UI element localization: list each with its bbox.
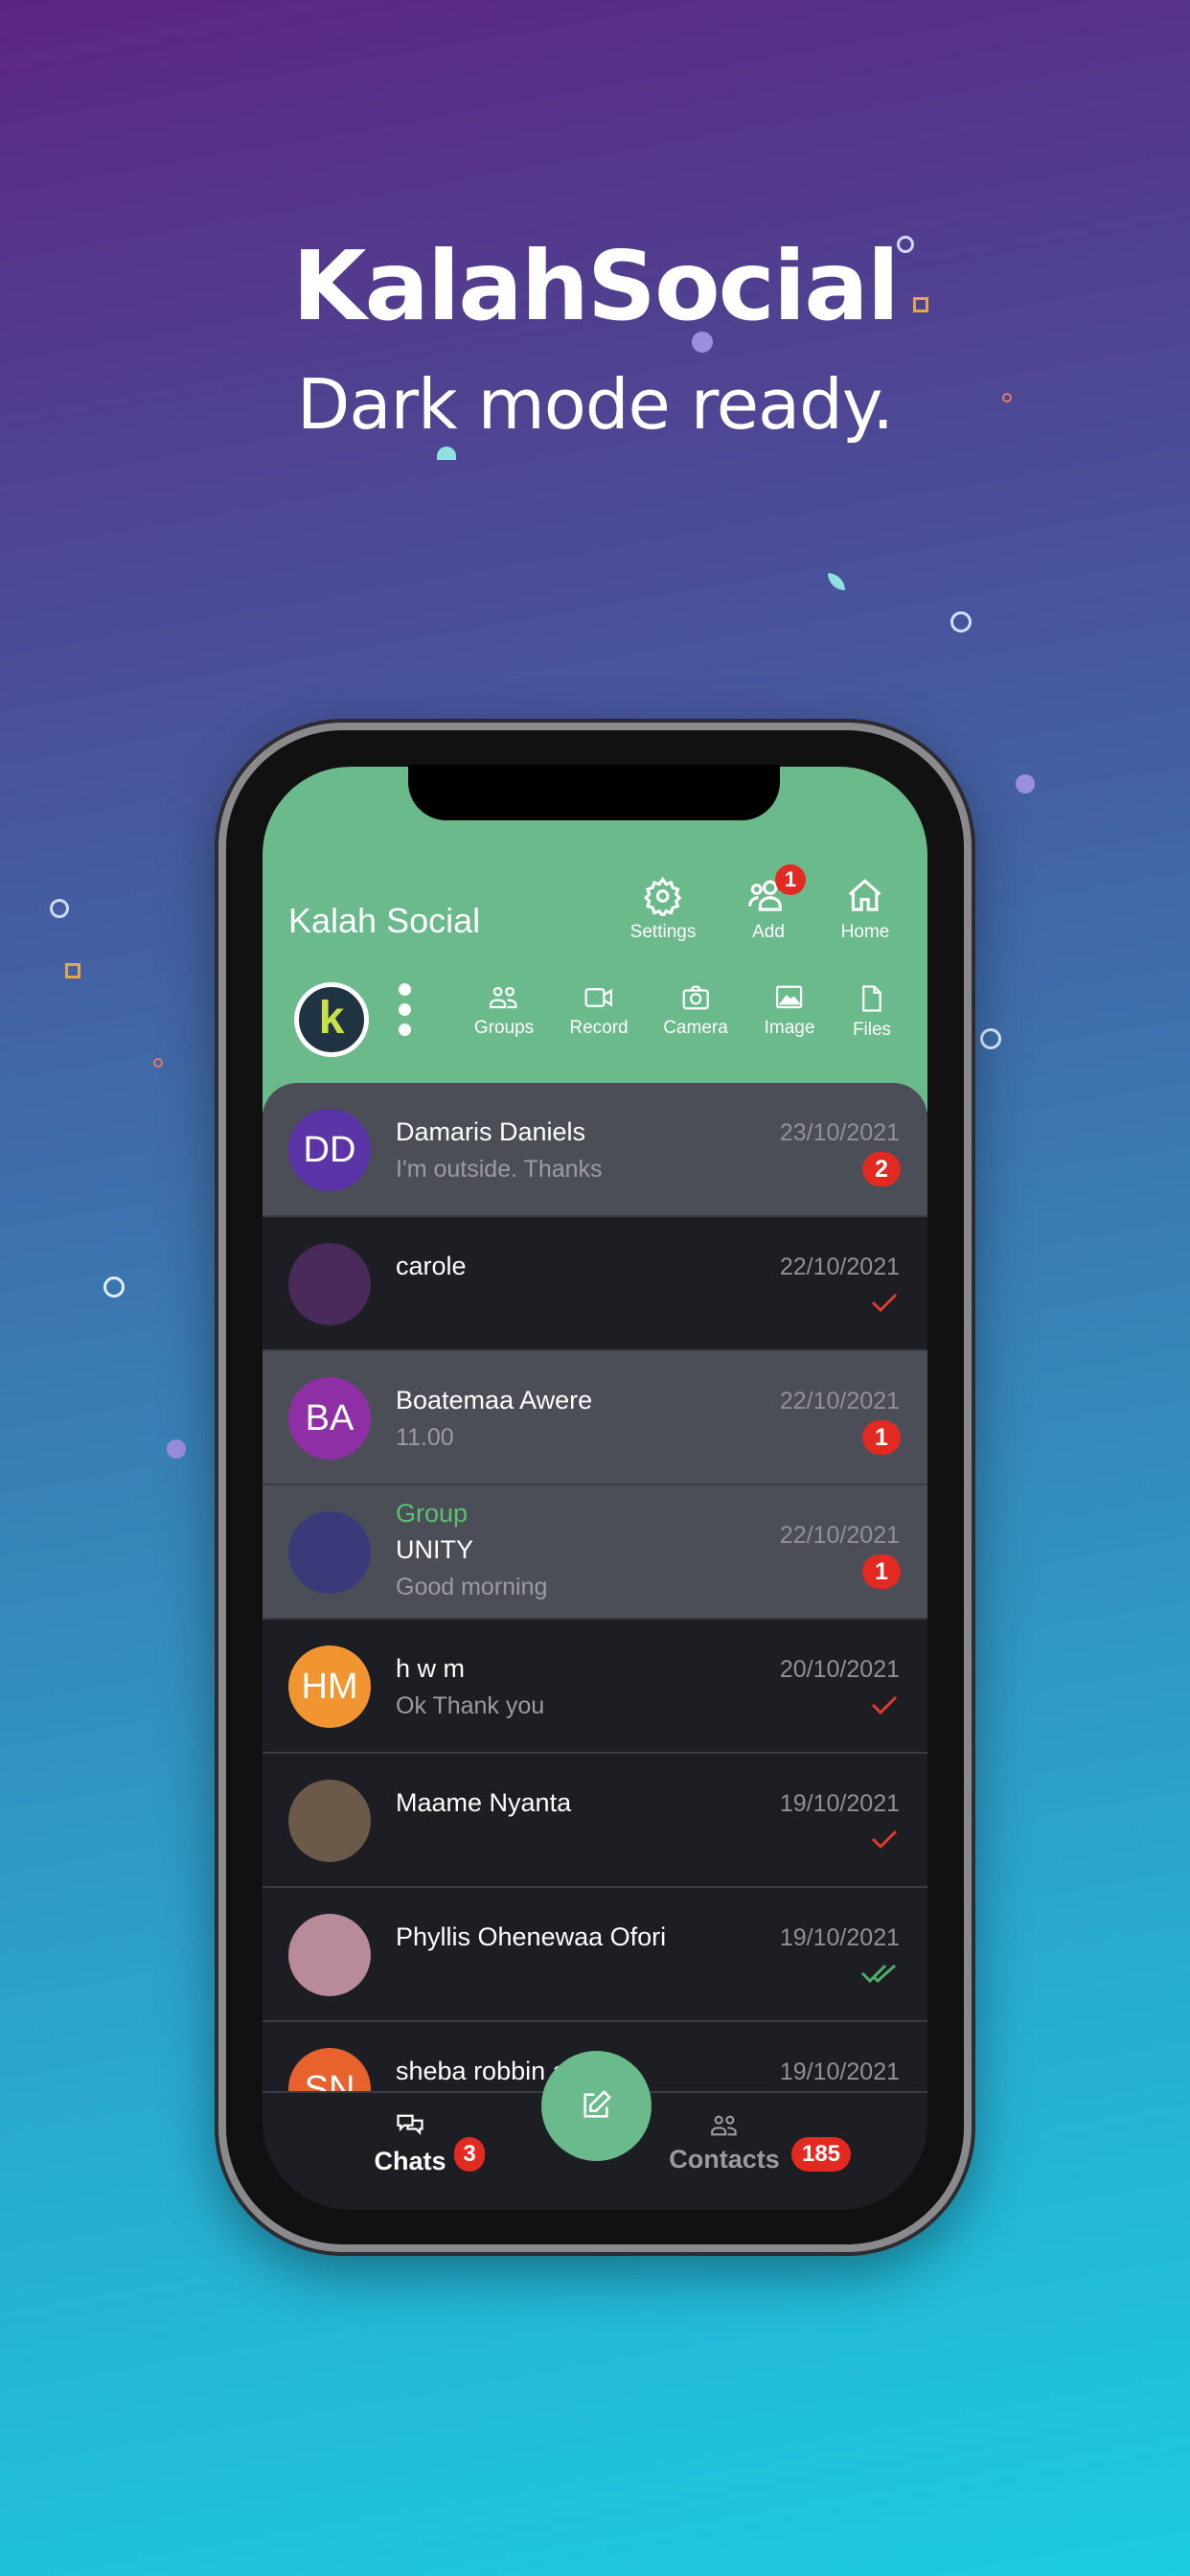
chat-date: 22/10/2021 [779, 1388, 900, 1414]
image-icon [776, 985, 803, 1009]
chat-name: Damaris Daniels [396, 1117, 586, 1146]
compose-icon [584, 2090, 611, 2118]
gear-icon [644, 876, 682, 916]
chat-row[interactable]: carole 22/10/2021 [263, 1217, 927, 1351]
add-button[interactable]: Add 1 [746, 864, 806, 943]
chat-date: 20/10/2021 [779, 1656, 900, 1683]
avatar [288, 1511, 371, 1594]
chats-badge: 3 [454, 2137, 485, 2172]
phone-notch [408, 765, 780, 820]
chat-name: Phyllis Ohenewaa Ofori [396, 1922, 667, 1951]
unread-badge: 1 [862, 1420, 901, 1455]
sent-check-icon [871, 1695, 898, 1715]
promo-title: KalahSocial [292, 230, 900, 342]
tool-label: Image [764, 1018, 815, 1038]
app-title: Kalah Social [288, 901, 481, 940]
group-label: Group [396, 1499, 469, 1528]
avatar [288, 1243, 371, 1325]
home-label: Home [840, 922, 890, 942]
contacts-badge: 185 [791, 2137, 851, 2172]
avatar [288, 1780, 371, 1862]
sent-check-icon [871, 1829, 898, 1850]
chat-name: Boatemaa Awere [396, 1386, 593, 1414]
file-icon [862, 985, 881, 1012]
chat-message: Ok Thank you [396, 1692, 545, 1719]
chat-date: 22/10/2021 [779, 1522, 900, 1549]
chat-list[interactable]: DD Damaris Daniels I'm outside. Thanks 23/… [263, 1083, 927, 2156]
unread-badge: 2 [862, 1152, 901, 1186]
chat-name: sheba robbin a [396, 2057, 567, 2085]
chat-row[interactable]: BA Boatemaa Awere 11.00 22/10/2021 1 [263, 1351, 927, 1485]
tool-groups[interactable]: Groups [474, 983, 534, 1039]
tab-chats[interactable]: Chats [372, 2112, 448, 2176]
tool-label: Record [569, 1018, 629, 1038]
tool-label: Groups [473, 1018, 535, 1038]
add-label: Add [752, 922, 785, 942]
app-screen: Kalah Social Settings Add 1 Home k Group… [263, 767, 927, 2210]
chat-date: 22/10/2021 [779, 1254, 900, 1280]
chat-row[interactable]: HM h w m Ok Thank you 20/10/2021 [263, 1620, 927, 1754]
chat-row[interactable]: Group UNITY Good morning 22/10/2021 1 [263, 1485, 927, 1620]
chat-message: 11.00 [396, 1424, 454, 1451]
promo-subtitle: Dark mode ready. [296, 364, 894, 445]
chats-label: Chats [374, 2147, 446, 2175]
home-icon [849, 879, 881, 911]
unread-badge: 1 [862, 1554, 901, 1589]
groups-icon [490, 986, 517, 1009]
chat-date: 19/10/2021 [779, 1790, 900, 1817]
tool-label: Camera [663, 1018, 728, 1038]
chat-date: 19/10/2021 [779, 1924, 900, 1951]
chat-message: Good morning [396, 1574, 548, 1600]
chat-name: UNITY [396, 1535, 473, 1564]
contacts-label: Contacts [669, 2145, 780, 2174]
more-vertical-icon [399, 983, 411, 1036]
more-menu-button[interactable] [399, 983, 411, 1036]
tool-files[interactable]: Files [853, 983, 891, 1041]
video-icon [584, 988, 612, 1007]
add-badge: 1 [775, 864, 806, 895]
chat-date: 23/10/2021 [779, 1119, 900, 1146]
compose-button[interactable] [541, 2051, 652, 2161]
settings-button[interactable]: Settings [629, 876, 697, 943]
chat-name: h w m [396, 1654, 466, 1683]
sent-check-icon [871, 1293, 898, 1313]
tool-label: Files [852, 1020, 892, 1040]
chat-name: carole [396, 1252, 467, 1280]
avatar [288, 1914, 371, 1996]
tab-contacts[interactable]: Contacts [665, 2112, 784, 2174]
chat-row[interactable]: Maame Nyanta 19/10/2021 [263, 1754, 927, 1888]
chat-message: I'm outside. Thanks [396, 1156, 603, 1183]
chats-icon [397, 2114, 423, 2135]
tool-camera[interactable]: Camera [663, 983, 728, 1039]
tool-record[interactable]: Record [569, 983, 629, 1039]
tool-image[interactable]: Image [764, 983, 815, 1039]
settings-label: Settings [629, 922, 697, 942]
read-double-check-icon [860, 1964, 896, 1984]
chat-row[interactable]: Phyllis Ohenewaa Ofori 19/10/2021 [263, 1888, 927, 2022]
contacts-icon [711, 2115, 737, 2136]
home-button[interactable]: Home [840, 876, 890, 943]
camera-icon [682, 985, 709, 1010]
chat-row[interactable]: DD Damaris Daniels I'm outside. Thanks 23/… [263, 1083, 927, 1217]
chat-date: 19/10/2021 [779, 2058, 900, 2085]
app-logo[interactable]: k [294, 982, 369, 1057]
avatar: HM [288, 1645, 371, 1728]
avatar: BA [288, 1377, 371, 1460]
avatar: DD [288, 1109, 371, 1191]
chat-name: Maame Nyanta [396, 1788, 572, 1817]
